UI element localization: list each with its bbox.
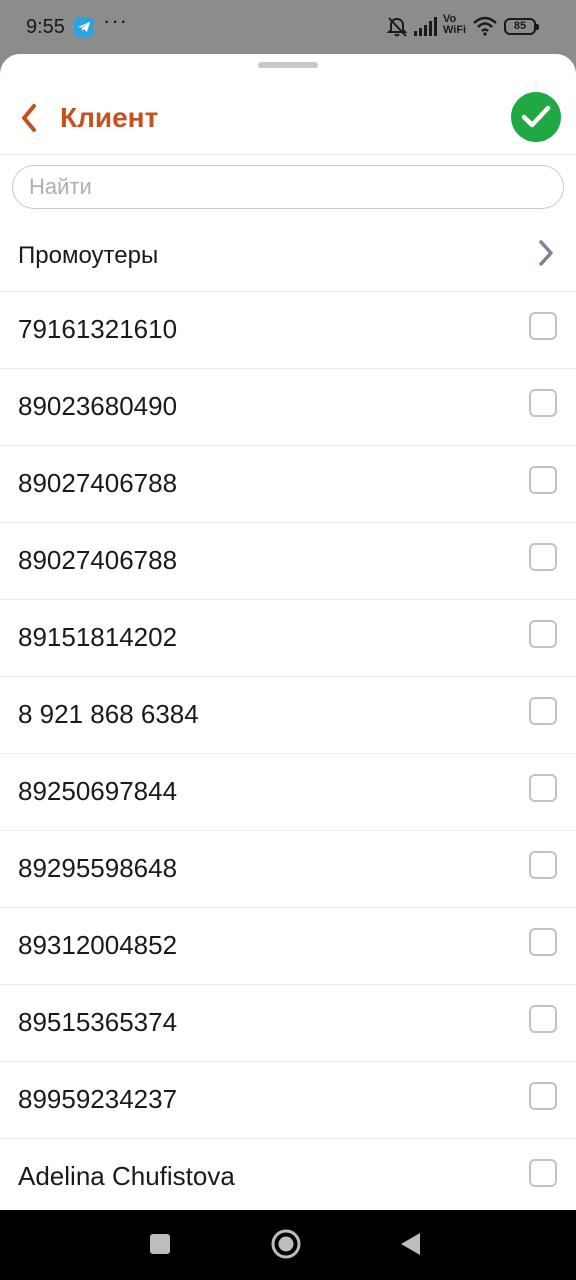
client-checkbox[interactable] xyxy=(529,543,557,571)
more-notifications-icon: ··· xyxy=(103,8,128,33)
page-title: Клиент xyxy=(60,102,159,133)
battery-icon: 85 xyxy=(504,18,539,35)
bell-off-icon xyxy=(386,17,408,37)
list-item[interactable]: 8 921 868 6384 xyxy=(0,677,576,754)
client-checkbox[interactable] xyxy=(529,620,557,648)
client-label: 89027406788 xyxy=(18,468,178,498)
search-input[interactable] xyxy=(12,165,564,209)
client-label: 89027406788 xyxy=(18,545,178,575)
vowifi-indicator: Vo WiFi xyxy=(443,14,466,36)
home-icon[interactable] xyxy=(271,1229,301,1259)
list-item[interactable]: 89312004852 xyxy=(0,908,576,985)
client-checkbox[interactable] xyxy=(529,928,557,956)
status-bar: 9:55 ··· Vo WiFi 85 xyxy=(0,0,576,54)
client-label: Adelina Chufistova xyxy=(18,1161,235,1191)
client-label: 89295598648 xyxy=(18,853,178,883)
recents-icon[interactable] xyxy=(150,1234,170,1254)
client-checkbox[interactable] xyxy=(529,1159,557,1187)
client-checkbox[interactable] xyxy=(529,312,557,340)
client-checkbox[interactable] xyxy=(529,389,557,417)
vowifi-line2: WiFi xyxy=(443,24,467,36)
list-item[interactable]: 89027406788 xyxy=(0,446,576,523)
chevron-right-icon xyxy=(539,240,553,266)
client-label: 8 921 868 6384 xyxy=(18,699,199,729)
client-checkbox[interactable] xyxy=(529,466,557,494)
system-nav-bar xyxy=(0,1210,576,1280)
client-label: 89515365374 xyxy=(18,1007,178,1037)
client-label: 89959234237 xyxy=(18,1084,178,1114)
client-checkbox[interactable] xyxy=(529,1082,557,1110)
group-promoters[interactable]: Промоутеры xyxy=(0,218,576,292)
signal-icon xyxy=(414,17,437,36)
check-icon xyxy=(521,105,551,128)
list-item[interactable]: 89250697844 xyxy=(0,754,576,831)
confirm-button[interactable] xyxy=(511,92,561,142)
client-list: Промоутеры 79161321610 89023680490 89027… xyxy=(0,218,576,1210)
client-label: 89312004852 xyxy=(18,930,178,960)
list-item[interactable]: 79161321610 xyxy=(0,292,576,369)
client-checkbox[interactable] xyxy=(529,697,557,725)
client-label: 89151814202 xyxy=(18,622,178,652)
client-label: 89023680490 xyxy=(18,391,178,421)
back-button[interactable] xyxy=(14,100,48,136)
status-time: 9:55 xyxy=(26,16,65,38)
client-label: 89250697844 xyxy=(18,776,178,806)
client-picker-sheet: Клиент Промоутеры 79161321610 8902368049… xyxy=(0,54,576,1210)
list-item[interactable]: 89515365374 xyxy=(0,985,576,1062)
list-item[interactable]: 89027406788 xyxy=(0,523,576,600)
list-item[interactable]: 89023680490 xyxy=(0,369,576,446)
list-item[interactable]: 89151814202 xyxy=(0,600,576,677)
list-item[interactable]: 89295598648 xyxy=(0,831,576,908)
telegram-icon xyxy=(74,17,94,37)
list-item[interactable]: Adelina Chufistova xyxy=(0,1139,576,1210)
client-checkbox[interactable] xyxy=(529,1005,557,1033)
client-checkbox[interactable] xyxy=(529,774,557,802)
wifi-icon xyxy=(473,16,497,36)
chevron-left-icon xyxy=(22,104,36,132)
list-item[interactable]: 89959234237 xyxy=(0,1062,576,1139)
drag-handle[interactable] xyxy=(258,62,318,68)
client-label: 79161321610 xyxy=(18,314,178,344)
client-checkbox[interactable] xyxy=(529,851,557,879)
back-icon[interactable] xyxy=(399,1231,421,1257)
group-label: Промоутеры xyxy=(18,242,159,269)
header: Клиент xyxy=(0,84,576,155)
